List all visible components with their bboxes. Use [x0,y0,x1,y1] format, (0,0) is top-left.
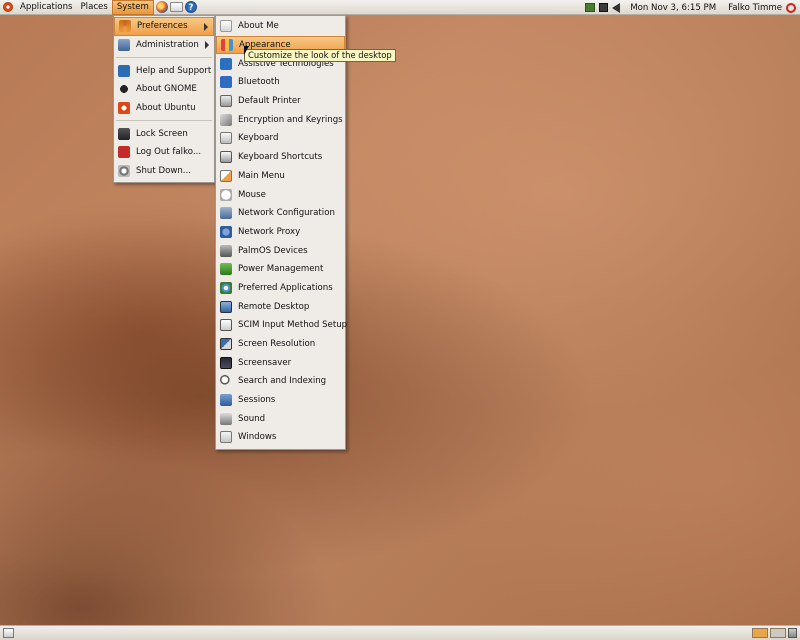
menu-item-scim-input-method[interactable]: SCIM Input Method Setup [216,316,347,335]
screen-resolution-icon [220,338,232,351]
scim-icon [220,319,232,332]
main-menu-icon [220,169,232,182]
menu-item-shut-down[interactable]: Shut Down... [114,162,214,181]
menu-item-help-and-support[interactable]: Help and Support [114,61,214,80]
volume-icon[interactable] [612,2,621,13]
preferences-icon [119,20,131,33]
menu-item-network-proxy[interactable]: Network Proxy [216,223,345,242]
help-icon[interactable]: ? [184,1,197,13]
menu-item-keyboard[interactable]: Keyboard [216,129,345,148]
submenu-arrow-icon [204,23,208,31]
menu-item-main-menu[interactable]: Main Menu [216,167,345,186]
ubuntu-icon [118,102,130,115]
network-icon[interactable] [599,3,609,12]
speaker-icon [220,412,232,425]
menu-item-sound[interactable]: Sound [216,409,345,428]
system-menu[interactable]: System [111,0,154,15]
shutdown-icon [118,165,130,178]
menu-item-sessions[interactable]: Sessions [216,391,345,410]
gnome-foot-icon [118,83,130,96]
mouse-pointer-icon [244,46,254,55]
menu-item-remote-desktop[interactable]: Remote Desktop [216,297,345,316]
preferred-apps-icon [220,281,232,294]
printer-icon [220,95,232,108]
lock-icon [118,127,130,140]
menu-item-administration[interactable]: Administration [114,36,214,55]
update-notifier-icon[interactable] [585,3,596,12]
menu-item-preferences[interactable]: Preferences [114,17,214,36]
menu-item-search-and-indexing[interactable]: Search and Indexing [216,372,345,391]
clock[interactable]: Mon Nov 3, 6:15 PM [624,3,722,13]
menu-separator [116,57,212,59]
accessibility-icon [220,57,232,70]
notification-area: Mon Nov 3, 6:15 PM Falko Timme [585,0,800,15]
help-icon [118,64,130,77]
show-desktop-icon[interactable] [3,628,14,638]
preferences-submenu: About Me Appearance Assistive Technologi… [215,15,347,450]
menu-item-about-ubuntu[interactable]: About Ubuntu [114,99,214,118]
trash-icon[interactable] [788,628,797,638]
menu-item-preferred-applications[interactable]: Preferred Applications [216,279,345,298]
keyboard-shortcuts-icon [220,151,232,164]
top-panel: Applications Places System ? Mon Nov 3, … [0,0,800,15]
mail-icon[interactable] [169,2,183,12]
battery-icon [220,263,232,276]
workspace-2[interactable] [770,628,786,638]
menu-item-mouse[interactable]: Mouse [216,185,345,204]
menu-item-default-printer[interactable]: Default Printer [216,92,345,111]
system-dropdown: Preferences Administration Help and Supp… [113,15,215,183]
menu-item-lock-screen[interactable]: Lock Screen [114,124,214,143]
menu-item-screensaver[interactable]: Screensaver [216,353,345,372]
menu-item-log-out[interactable]: Log Out falko... [114,143,214,162]
power-icon[interactable] [786,2,796,13]
network-config-icon [220,207,232,220]
mouse-icon [220,188,232,201]
palm-device-icon [220,244,232,257]
bottom-panel [0,625,800,640]
network-proxy-icon [220,225,232,238]
ubuntu-logo-icon[interactable] [3,2,13,12]
submenu-arrow-icon [205,40,209,49]
appearance-icon [221,39,233,52]
menu-item-encryption-keyrings[interactable]: Encryption and Keyrings [216,110,345,129]
user-switcher[interactable]: Falko Timme [722,3,786,13]
about-me-icon [220,20,232,33]
tooltip: Customize the look of the desktop [244,49,396,62]
sessions-icon [220,394,232,407]
menu-separator [116,120,212,122]
windows-icon [220,431,232,444]
remote-desktop-icon [220,300,232,313]
workspace-1[interactable] [752,628,768,638]
menu-item-about-me[interactable]: About Me [216,17,345,36]
menu-item-about-gnome[interactable]: About GNOME [114,80,214,99]
menu-item-screen-resolution[interactable]: Screen Resolution [216,335,345,354]
menu-item-power-management[interactable]: Power Management [216,260,345,279]
screensaver-icon [220,356,232,369]
places-menu[interactable]: Places [77,0,112,15]
keys-icon [220,113,232,126]
menu-item-bluetooth[interactable]: Bluetooth [216,73,345,92]
menu-item-windows[interactable]: Windows [216,428,345,447]
menu-item-palmos-devices[interactable]: PalmOS Devices [216,241,345,260]
applications-menu[interactable]: Applications [16,0,77,15]
menu-item-keyboard-shortcuts[interactable]: Keyboard Shortcuts [216,148,345,167]
bluetooth-icon [220,76,232,89]
search-icon [220,375,232,388]
menu-item-network-configuration[interactable]: Network Configuration [216,204,345,223]
keyboard-icon [220,132,232,145]
administration-icon [118,39,130,52]
firefox-icon[interactable] [155,1,168,13]
logout-icon [118,146,130,159]
